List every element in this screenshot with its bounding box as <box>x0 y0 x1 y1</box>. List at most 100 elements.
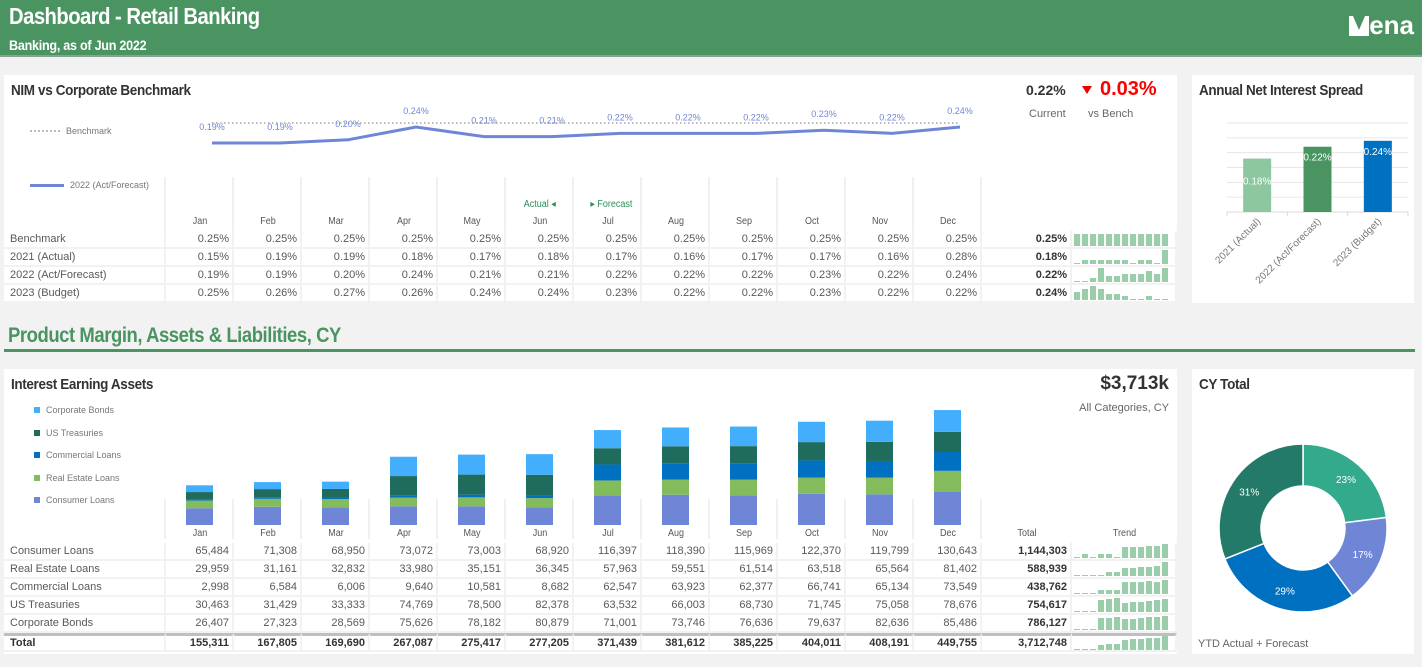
spark-bar <box>1106 294 1112 300</box>
trend-cell <box>1072 633 1177 652</box>
stacked-bar-segment <box>186 492 213 500</box>
spark-bar <box>1106 276 1112 282</box>
table-row: Corporate Bonds 26,407 27,323 28,569 75,626 7… <box>4 615 1177 633</box>
spark-bar <box>1122 619 1128 630</box>
table-cell: 0.25% <box>914 231 982 249</box>
annual-spread-panel: Annual Net Interest Spread 0.18% 2021 (Ac… <box>1192 75 1414 303</box>
spark-bar <box>1122 547 1128 558</box>
table-cell: 78,182 <box>438 615 506 633</box>
spark-bar <box>1154 600 1160 612</box>
spark-bar <box>1162 234 1168 246</box>
row-total: 1,144,303 <box>982 543 1072 561</box>
stacked-bar-segment <box>458 506 485 525</box>
spark-bar <box>1146 567 1152 576</box>
table-cell: 277,205 <box>506 633 574 652</box>
category-label: 2022 (Act/Forecast) <box>1254 216 1324 286</box>
table-cell: 33,980 <box>370 561 438 579</box>
table-cell: 0.24% <box>914 267 982 285</box>
spark-bar <box>1130 274 1136 282</box>
table-cell: 65,134 <box>846 579 914 597</box>
month-header: Feb <box>260 216 276 227</box>
month-header: Jul <box>602 528 614 539</box>
trend-cell <box>1072 543 1177 561</box>
row-label: US Treasuries <box>4 597 166 615</box>
spark-bar <box>1090 593 1096 594</box>
stacked-bar-segment <box>866 460 893 478</box>
data-label: 0.24% <box>947 106 973 116</box>
kpi-delta-value: 0.03% <box>1100 78 1157 100</box>
stacked-bar-segment <box>526 498 553 508</box>
table-cell: 0.24% <box>370 267 438 285</box>
spark-bar <box>1082 281 1088 282</box>
stacked-bar-segment <box>866 494 893 525</box>
row-label: Commercial Loans <box>4 579 166 597</box>
data-label: 0.19% <box>199 122 225 132</box>
table-cell: 6,006 <box>302 579 370 597</box>
spark-bar <box>1162 636 1168 650</box>
category-label: 2021 (Actual) <box>1213 216 1263 266</box>
spark-bar <box>1130 234 1136 246</box>
spark-bar <box>1082 575 1088 576</box>
stacked-bar-segment <box>798 460 825 478</box>
spark-bar <box>1138 260 1144 264</box>
table-cell: 155,311 <box>166 633 234 652</box>
stacked-bar-segment <box>390 476 417 496</box>
table-cell: 0.15% <box>166 249 234 267</box>
table-cell: 65,484 <box>166 543 234 561</box>
spark-bar <box>1074 593 1080 594</box>
table-cell: 71,001 <box>574 615 642 633</box>
spark-bar <box>1122 296 1128 300</box>
stacked-bar-segment <box>798 421 825 443</box>
section-title: Product Margin, Assets & Liabilities, CY <box>8 324 341 347</box>
table-cell: 0.25% <box>506 231 574 249</box>
trend-sparkline <box>1072 286 1175 300</box>
kpi-current-label: Current <box>1029 108 1066 120</box>
stacked-bar-segment <box>526 454 553 475</box>
solid-line-icon <box>30 183 64 187</box>
trend-cell <box>1072 231 1177 249</box>
table-cell: 66,741 <box>778 579 846 597</box>
table-cell: 0.24% <box>506 285 574 303</box>
month-header: Aug <box>667 216 685 227</box>
table-cell: 26,407 <box>166 615 234 633</box>
stacked-bar-segment <box>730 446 757 464</box>
stacked-bar-segment <box>730 495 757 525</box>
table-cell: 0.21% <box>438 267 506 285</box>
month-header: Oct <box>804 528 820 539</box>
table-cell: 73,003 <box>438 543 506 561</box>
table-cell: 0.16% <box>642 249 710 267</box>
table-cell: 85,486 <box>914 615 982 633</box>
spark-bar <box>1138 582 1144 594</box>
dashboard-subtitle: Banking, as of Jun 2022 <box>9 37 147 53</box>
forecast-marker-label: Forecast <box>597 199 633 210</box>
spark-bar <box>1090 557 1096 558</box>
slice-label: 29% <box>1275 586 1295 597</box>
month-header: May <box>463 216 481 227</box>
column-divider <box>368 177 370 231</box>
table-row: 2021 (Actual) 0.15% 0.19% 0.19% 0.18% 0.17% 0.… <box>4 249 1177 267</box>
slice-label: 23% <box>1336 475 1356 486</box>
table-cell: 0.28% <box>914 249 982 267</box>
month-header: Nov <box>871 216 889 227</box>
spark-bar <box>1122 274 1128 282</box>
month-header: Feb <box>260 528 276 539</box>
table-cell: 0.25% <box>438 231 506 249</box>
stacked-bar-segment <box>866 477 893 495</box>
spark-bar <box>1106 618 1112 630</box>
spark-bar <box>1146 638 1152 650</box>
spark-bar <box>1130 619 1136 630</box>
stacked-bar-segment <box>390 495 417 498</box>
stacked-bar-segment <box>730 426 757 447</box>
stacked-bar-segment <box>662 463 689 480</box>
assets-stacked-chart <box>164 410 982 539</box>
month-header: Aug <box>667 528 685 539</box>
assets-kpi: $3,713k <box>1100 373 1169 394</box>
spark-bar <box>1122 568 1128 576</box>
spark-bar <box>1130 547 1136 558</box>
table-cell: 80,879 <box>506 615 574 633</box>
spark-bar <box>1138 274 1144 282</box>
stacked-bar-segment <box>390 506 417 525</box>
table-cell: 0.23% <box>778 285 846 303</box>
row-label: 2022 (Act/Forecast) <box>4 267 166 285</box>
month-header: Dec <box>939 216 957 227</box>
